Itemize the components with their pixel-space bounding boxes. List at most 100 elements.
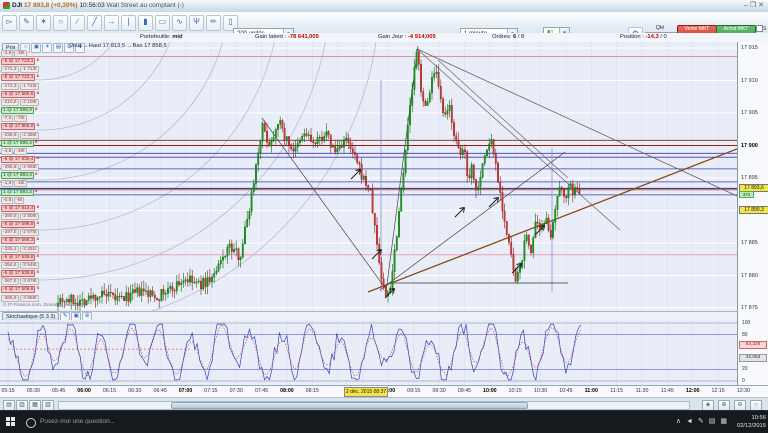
- tray-icon[interactable]: ▤: [709, 418, 721, 425]
- cancel-order-icon[interactable]: x: [36, 254, 39, 261]
- pnl-cash: -8t: [14, 196, 24, 204]
- chevron-up-icon[interactable]: ∧: [676, 418, 686, 425]
- position-value: -14,3: [645, 34, 659, 40]
- cancel-order-icon[interactable]: x: [36, 286, 39, 293]
- pnl-points: -354,6: [1, 261, 19, 269]
- order-pnl-label: -171,3 -1 713t: [1, 66, 39, 74]
- buy-order-label[interactable]: 1 @ 17 893,4 x: [1, 172, 38, 180]
- cancel-order-icon[interactable]: x: [36, 270, 39, 277]
- buy-label: Achat MKT: [723, 26, 749, 32]
- sell-order-label[interactable]: -5 @ 17 723,1 x: [1, 58, 39, 66]
- chart-bottom-bar: ▤ ▥ ▦ ▧ ◈ ⊕ ⊖ ○: [0, 397, 768, 411]
- buy-order-label[interactable]: 1 @ 17 896,4 x: [1, 139, 38, 147]
- price-axis[interactable]: 17 915 17 910 17 905 17 900 17 895 17 885 17 8…: [737, 42, 768, 312]
- sell-order-label[interactable]: -5 @ 17 568,3 x: [1, 237, 39, 245]
- sell-order-label[interactable]: -5 @ 17 830,4 x: [1, 155, 39, 163]
- gain-latent: Gain latent : -78 641,005: [255, 34, 319, 40]
- copy-icon[interactable]: ▣: [31, 43, 42, 53]
- pnl-cash: -2 108t: [19, 98, 39, 106]
- cancel-order-icon[interactable]: x: [36, 156, 39, 163]
- horizontal-scrollbar[interactable]: [58, 401, 690, 410]
- close-icon[interactable]: ✕: [758, 2, 766, 9]
- pen-icon[interactable]: ✎: [698, 418, 709, 425]
- taskbar-clock[interactable]: 10:56 02/12/2015: [732, 414, 766, 430]
- quantity-label: Qté: [655, 25, 665, 31]
- order-pnl-label: -295,8 -2 958t: [1, 164, 39, 172]
- cancel-order-icon[interactable]: x: [36, 74, 39, 81]
- stoch-axis-label: 0: [742, 378, 745, 384]
- window-controls: –❐✕: [744, 0, 766, 12]
- arrow-line-tool[interactable]: →: [104, 15, 119, 31]
- price-axis-label: 17 900: [741, 142, 758, 149]
- cancel-order-icon[interactable]: x: [36, 221, 39, 228]
- rectangle-tool[interactable]: ▭: [155, 15, 170, 31]
- vertical-line-tool[interactable]: ❘: [121, 15, 136, 31]
- order-pnl-label: -7,5 -75t: [1, 115, 27, 123]
- pencil-tool[interactable]: ✎: [19, 15, 34, 31]
- time-axis-label: 11:00: [584, 388, 598, 394]
- sell-order-label[interactable]: -5 @ 17 508,8 x: [1, 286, 39, 294]
- drawing-toolbar: ▻✎✶○∕╱→❘▮▭∿Ψ✏▯ 200 unités ▾ 1 minute ▾ ▮…: [0, 12, 768, 48]
- pnl-points: -385,8: [1, 294, 19, 302]
- magnifier-tool[interactable]: ○: [53, 15, 68, 31]
- price-chart[interactable]: [0, 42, 737, 312]
- time-axis-label: 12:15: [711, 388, 725, 394]
- keyboard-icon[interactable]: ▦: [720, 418, 732, 425]
- price-axis-label: 17 880: [741, 272, 758, 279]
- draw-tool[interactable]: ✏: [206, 15, 221, 31]
- sell-order-label[interactable]: -5 @ 17 685,6 x: [1, 90, 39, 98]
- cancel-order-icon[interactable]: x: [36, 58, 39, 65]
- alert-tool[interactable]: ✶: [36, 15, 51, 31]
- order-text: -5 @ 17 539,8: [1, 253, 36, 261]
- sell-order-label[interactable]: -5 @ 17 814,4 x: [1, 204, 39, 212]
- order-pnl-label: -0,8 -8t: [1, 196, 24, 204]
- sell-order-label[interactable]: -5 @ 17 598,9 x: [1, 221, 39, 229]
- order-pnl-label: -4,8 -48t: [1, 147, 27, 155]
- sell-order-label[interactable]: -5 @ 17 535,6 x: [1, 270, 39, 278]
- candlestick-tool[interactable]: ▮: [138, 15, 153, 31]
- sell-order-label[interactable]: -5 @ 17 866,6 x: [1, 123, 39, 131]
- pointer-tool[interactable]: ▻: [2, 15, 17, 31]
- order-pnl-label: -3,8 -38t: [1, 50, 27, 57]
- zigzag-tool[interactable]: ∿: [172, 15, 187, 31]
- instrument-symbol[interactable]: DJI: [12, 2, 22, 9]
- cortana-search[interactable]: Posez-moi une question...: [26, 416, 156, 428]
- restore-icon[interactable]: ❐: [750, 2, 758, 9]
- time-axis-label: 05:45: [52, 388, 66, 394]
- cancel-order-icon[interactable]: x: [35, 172, 38, 179]
- pnl-points: -295,8: [1, 164, 19, 172]
- buy-order-label[interactable]: 1 @ 17 898,9 x: [1, 107, 38, 115]
- order-text: 1 @ 17 898,9: [1, 107, 34, 115]
- scrollbar-thumb[interactable]: [171, 402, 528, 409]
- cancel-order-icon[interactable]: x: [35, 189, 38, 196]
- cancel-order-icon[interactable]: x: [36, 123, 39, 130]
- cancel-order-icon[interactable]: x: [36, 237, 39, 244]
- cancel-order-icon[interactable]: x: [35, 107, 38, 114]
- sell-order-label[interactable]: -5 @ 17 722,1 x: [1, 74, 39, 82]
- rectangle-icon: ▭: [158, 17, 167, 26]
- pnl-points: -3,8: [1, 50, 14, 57]
- camera-icon[interactable]: ▤: [53, 43, 64, 53]
- time-axis-label: 09:30: [432, 388, 446, 394]
- pitchfork-tool[interactable]: Ψ: [189, 15, 204, 31]
- pnl-points: -297,5: [1, 229, 19, 237]
- stop-checkbox[interactable]: [756, 25, 763, 33]
- order-text: -5 @ 17 598,9: [1, 221, 36, 229]
- time-axis-label: 06:45: [153, 388, 167, 394]
- order-pnl-label: -325,1 -3 251t: [1, 245, 39, 253]
- alarm-icon[interactable]: ✶: [42, 43, 53, 53]
- trendline-tool[interactable]: ╱: [87, 15, 102, 31]
- stochastic-chart[interactable]: [0, 320, 737, 385]
- volume-icon[interactable]: ◄: [686, 418, 698, 425]
- buy-order-label[interactable]: 1 @ 17 892,4 x: [1, 188, 38, 196]
- start-button[interactable]: [6, 417, 16, 427]
- trendline-icon: ╱: [92, 17, 97, 26]
- cancel-order-icon[interactable]: x: [36, 205, 39, 212]
- cancel-order-icon[interactable]: x: [36, 91, 39, 98]
- segment-tool[interactable]: ∕: [70, 15, 85, 31]
- sell-order-label[interactable]: -5 @ 17 539,8 x: [1, 253, 39, 261]
- order-pnl-label: -235,8 -2 358t: [1, 131, 39, 139]
- pencil-icon: ✎: [23, 17, 30, 26]
- pnl-points: -7,5: [1, 115, 14, 123]
- cancel-order-icon[interactable]: x: [35, 140, 38, 147]
